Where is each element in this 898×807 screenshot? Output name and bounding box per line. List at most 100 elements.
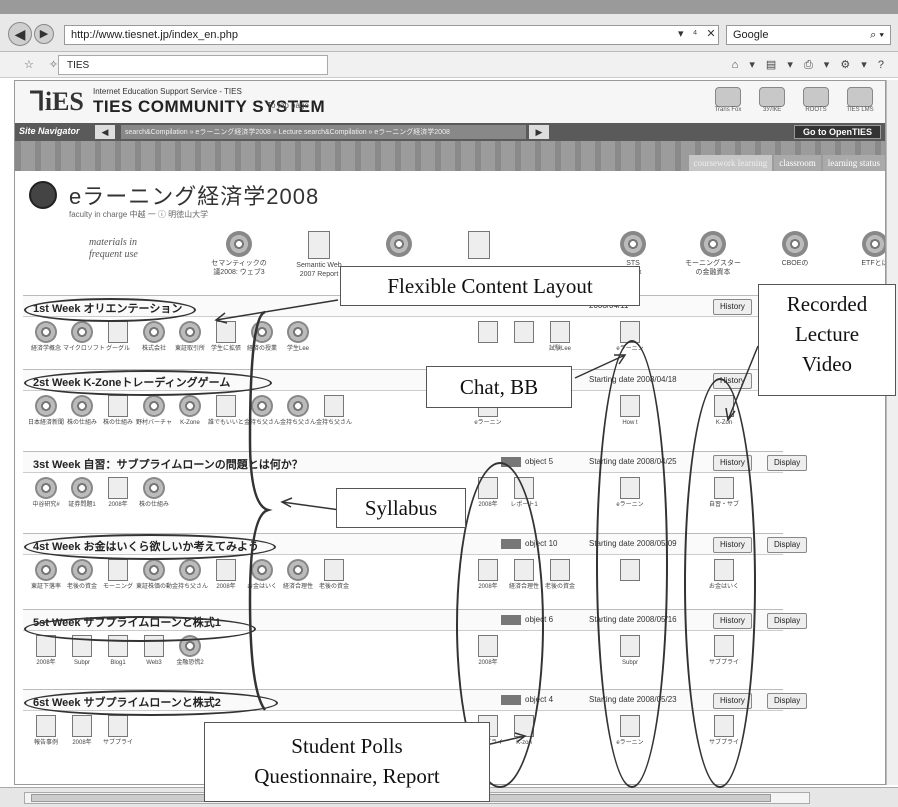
week-title-ellipse (24, 370, 272, 396)
material-item[interactable]: K-Zone (171, 395, 209, 427)
address-tools[interactable]: ▾ ⁴ ✕ (678, 27, 719, 40)
week-title[interactable]: 3st Week 自習：サブプライムローンの問題とは何か？ (33, 456, 303, 472)
material-item[interactable]: 報告事例 (27, 715, 65, 747)
top-page-link[interactable]: To top page (267, 101, 309, 110)
item-label: 株の仕組み (138, 502, 169, 508)
breadcrumb[interactable]: search&Compilation » eラーニング経済学2008 » Lec… (121, 125, 526, 139)
item-label: グーグル (105, 346, 130, 352)
document-icon (324, 559, 344, 581)
document-icon (72, 715, 92, 737)
material-item[interactable]: 証券問題1 (63, 477, 101, 509)
forward-icon[interactable]: ▶ (34, 24, 54, 44)
poll-item[interactable] (505, 321, 543, 345)
search-input[interactable]: Google ⌕ ▾ (726, 25, 891, 45)
material-item[interactable]: 株式会社 (135, 321, 173, 353)
tab-learning-status[interactable]: learning status (822, 155, 885, 171)
disc-icon (862, 231, 885, 257)
material-item[interactable]: モーニング (99, 559, 137, 591)
display-button[interactable]: Display (767, 613, 808, 629)
material-item[interactable]: 老後の資金 (63, 559, 101, 591)
material-item[interactable]: 学生Lee (279, 321, 317, 353)
material-item[interactable]: 株の仕組み (63, 395, 101, 427)
material-item[interactable]: 金持ち父さん (171, 559, 209, 591)
material-item[interactable]: 2008年 (63, 715, 101, 747)
display-button[interactable]: Display (767, 693, 808, 709)
material-item[interactable]: 野村バーチャ (135, 395, 173, 427)
material-item[interactable]: サブプライ (99, 715, 137, 747)
material-item[interactable] (447, 231, 511, 261)
poll-item[interactable]: 老後の資金 (541, 559, 579, 591)
disc-icon (251, 559, 273, 581)
item-label: 中谷研究# (32, 502, 60, 508)
material-item[interactable]: 東証下落率 (27, 559, 65, 591)
trans-fox-icon[interactable]: Trans Fox (711, 87, 745, 117)
keyboard-icon[interactable]: ЗУЛКЕ (755, 87, 789, 117)
item-label: Web3 (146, 660, 162, 666)
material-item[interactable]: 2008年 (99, 477, 137, 509)
document-icon (216, 559, 236, 581)
material-item[interactable]: CBOEの (763, 231, 827, 268)
material-item[interactable]: 金持ち父さん (315, 395, 353, 427)
material-item[interactable]: 東証株価の動 (135, 559, 173, 591)
search-icon[interactable]: ⌕ ▾ (870, 29, 884, 42)
material-item[interactable]: グーグル (99, 321, 137, 353)
material-item[interactable]: 経済の授業 (243, 321, 281, 353)
material-item[interactable]: 学生に拡張 (207, 321, 245, 353)
tab-coursework-learning[interactable]: coursework learning (688, 155, 773, 171)
disc-icon (251, 395, 273, 417)
material-item[interactable] (367, 231, 431, 259)
ties-lms-icon[interactable]: TIES LMS (843, 87, 877, 117)
org-line: Internet Education Support Service - TIE… (93, 87, 242, 96)
item-label: 株式会社 (141, 346, 166, 352)
history-button[interactable]: History (713, 299, 752, 315)
poll-item[interactable] (469, 321, 507, 345)
material-item[interactable]: 2008年 (207, 559, 245, 591)
document-icon (468, 231, 490, 259)
material-item[interactable]: 経済学概念 (27, 321, 65, 353)
disc-icon (143, 477, 165, 499)
browser-tab[interactable]: TIES (58, 55, 328, 75)
nav-back-arrow-icon[interactable]: ◀ (95, 125, 115, 139)
tab-classroom[interactable]: classroom (774, 155, 821, 171)
material-item[interactable]: マイクロソフト (63, 321, 105, 353)
material-item[interactable]: 金持ち父さん (279, 395, 317, 427)
browser-navigation-bar: ◀ ▶ http://www.tiesnet.jp/index_en.php ▾… (0, 14, 898, 52)
tab-title: TIES (67, 60, 90, 71)
material-item[interactable]: 経済合理性 (279, 559, 317, 591)
material-item[interactable]: 株の仕組み (99, 395, 137, 427)
material-item[interactable]: セマンティックの 議2008: ウェブ3 (207, 231, 271, 277)
item-label: Blog1 (110, 660, 126, 666)
item-label: 経済の授業 (246, 346, 277, 352)
item-label: お金はいく (246, 584, 277, 590)
document-icon (324, 395, 344, 417)
item-label: 日本経済新聞 (27, 420, 64, 426)
command-bar-icons[interactable]: ⌂ ▾ ▤ ▾ ⎙ ▾ ⚙ ▾ ? (732, 58, 888, 72)
material-item[interactable]: 中谷研究# (27, 477, 65, 509)
material-item[interactable]: ETFとは (843, 231, 885, 268)
material-item[interactable]: モーニングスター の金融資本 (681, 231, 745, 277)
display-button[interactable]: Display (767, 537, 808, 553)
item-label: eラーニン (474, 420, 502, 426)
material-item[interactable]: お金はいく (243, 559, 281, 591)
video-column-ellipse (684, 378, 756, 788)
display-button[interactable]: Display (767, 455, 808, 471)
address-bar[interactable]: http://www.tiesnet.jp/index_en.php (64, 25, 719, 45)
back-icon[interactable]: ◀ (8, 22, 32, 46)
material-item[interactable]: 株の仕組み (135, 477, 173, 509)
material-item[interactable]: 老後の資金 (315, 559, 353, 591)
week-header: 3st Week 自習：サブプライムローンの問題とは何か？ object 5 Sta… (23, 451, 808, 473)
roots-icon[interactable]: ROOTS (799, 87, 833, 117)
material-item[interactable]: 誰でもいいと (207, 395, 245, 427)
document-icon (108, 477, 128, 499)
item-label: 証券問題1 (68, 502, 96, 508)
material-item[interactable]: 東証取引所 (171, 321, 209, 353)
nav-forward-arrow-icon[interactable]: ▶ (529, 125, 549, 139)
document-icon (550, 321, 570, 343)
go-to-openties-button[interactable]: Go to OpenTIES (794, 125, 881, 139)
material-item[interactable]: 日本経済新聞 (27, 395, 65, 427)
material-item[interactable]: 金持ち父さん (243, 395, 281, 427)
instructor-avatar (29, 181, 57, 209)
vertical-scrollbar[interactable] (886, 80, 898, 785)
material-item[interactable]: 2008年 (27, 635, 65, 667)
poll-item[interactable]: 試験Lee (541, 321, 579, 353)
